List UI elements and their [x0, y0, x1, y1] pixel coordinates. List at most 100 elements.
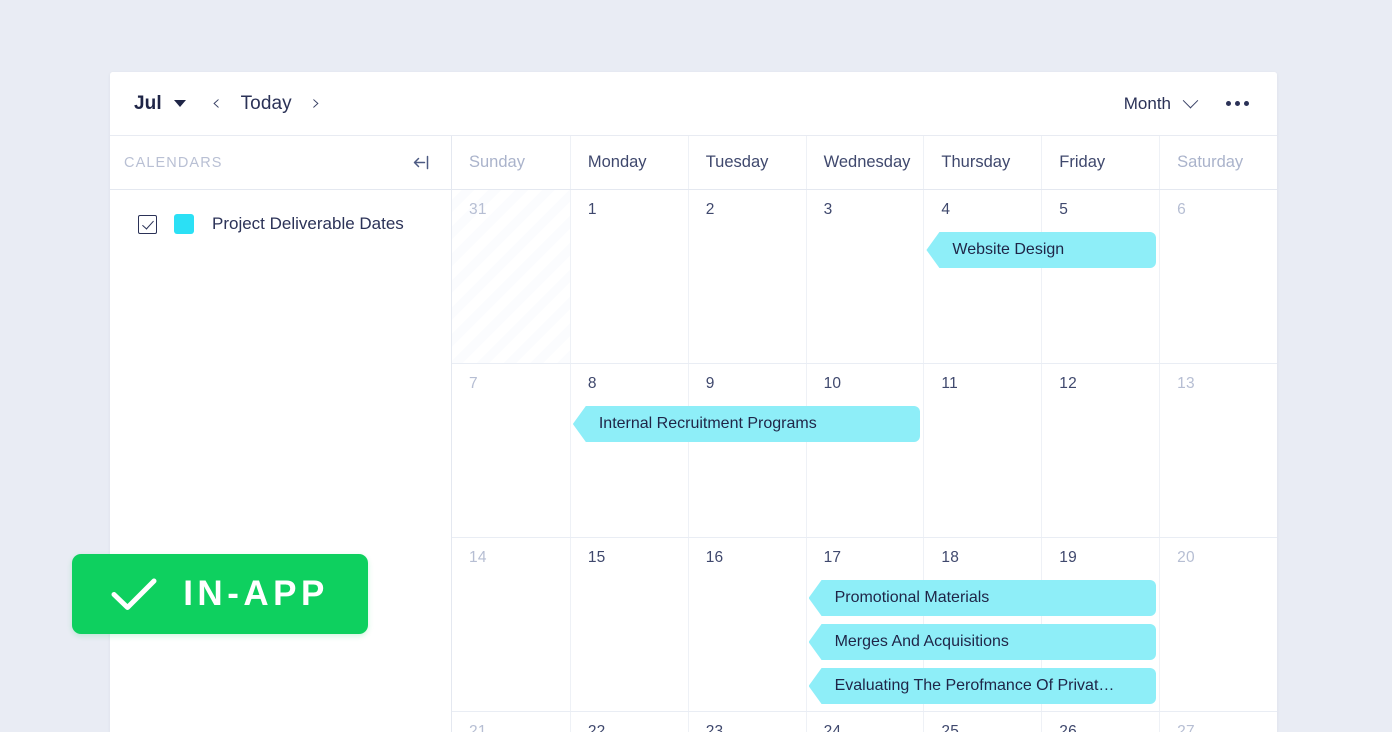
toolbar-right-group: Month — [1124, 92, 1251, 114]
ellipsis-icon[interactable] — [1224, 95, 1251, 112]
day-cell[interactable]: 16 — [687, 538, 806, 711]
week-row: 31 1 2 3 4 5 6 Website Design — [452, 190, 1277, 364]
day-number: 21 — [469, 723, 487, 732]
event-pill[interactable]: Website Design — [926, 232, 1157, 268]
day-number: 16 — [705, 549, 724, 566]
day-number: 13 — [1177, 375, 1195, 392]
day-cell[interactable]: 7 — [452, 364, 570, 537]
day-number: 20 — [1177, 549, 1195, 566]
day-number: 22 — [587, 723, 606, 732]
event-title: Merges And Acquisitions — [834, 633, 1009, 650]
chevron-down-icon[interactable] — [1182, 92, 1199, 109]
calendar-item-label: Project Deliverable Dates — [212, 214, 404, 233]
day-cell[interactable]: 14 — [452, 538, 570, 711]
check-icon — [111, 578, 157, 610]
day-cell[interactable]: 12 — [1041, 364, 1159, 537]
day-cell[interactable]: 3 — [805, 190, 924, 363]
today-button[interactable]: Today — [241, 93, 292, 115]
weekday-header-row: Sunday Monday Tuesday Wednesday Thursday Frid… — [452, 136, 1277, 190]
weekday-header-saturday: Saturday — [1159, 136, 1277, 189]
day-cell[interactable]: 4 — [923, 190, 1041, 363]
event-title: Evaluating The Perofmance Of Privat… — [834, 677, 1115, 694]
day-number: 24 — [823, 723, 842, 732]
calendar-color-swatch[interactable] — [174, 214, 194, 234]
collapse-panel-left-icon[interactable] — [412, 155, 429, 170]
calendar-toolbar: Jul ‹ Today › Month — [110, 72, 1277, 136]
prev-period-button[interactable]: ‹ — [208, 91, 225, 117]
event-title: Promotional Materials — [834, 589, 990, 606]
weekday-header-thursday: Thursday — [923, 136, 1041, 189]
view-select[interactable]: Month — [1124, 94, 1171, 114]
calendar-visibility-checkbox[interactable] — [138, 214, 157, 234]
day-number: 19 — [1059, 549, 1077, 566]
day-cell[interactable]: 23 — [687, 712, 806, 732]
event-title: Website Design — [952, 241, 1065, 258]
calendar-body: CALENDARS Project Deliverable Dates Sund… — [110, 136, 1277, 732]
calendar-grid: Sunday Monday Tuesday Wednesday Thursday Frid… — [452, 136, 1277, 732]
day-cell[interactable]: 9 — [687, 364, 806, 537]
day-cell[interactable]: 27 — [1159, 712, 1277, 732]
day-number: 7 — [469, 375, 478, 392]
day-cell[interactable]: 22 — [569, 712, 688, 732]
day-number: 12 — [1059, 375, 1077, 392]
event-pill[interactable]: Merges And Acquisitions — [808, 624, 1157, 660]
event-pill[interactable]: Internal Recruitment Programs — [572, 406, 921, 442]
day-cell[interactable]: 26 — [1041, 712, 1159, 732]
week-row: 7 8 9 10 11 12 13 Internal Recruitment Programs — [452, 364, 1277, 538]
day-cell[interactable]: 31 — [452, 190, 570, 363]
day-number: 9 — [705, 375, 715, 392]
toolbar-left-group: Jul ‹ Today › — [134, 91, 325, 117]
next-period-button[interactable]: › — [308, 91, 325, 117]
calendars-sidebar: CALENDARS Project Deliverable Dates — [110, 136, 452, 732]
current-month-label: Jul — [134, 92, 162, 114]
day-number: 31 — [469, 201, 487, 218]
day-number: 2 — [705, 201, 715, 218]
weekday-header-monday: Monday — [569, 136, 688, 189]
day-cell[interactable]: 21 — [452, 712, 570, 732]
calendar-list: Project Deliverable Dates — [110, 190, 451, 240]
day-number: 11 — [941, 375, 958, 392]
day-cell[interactable]: 13 — [1159, 364, 1277, 537]
day-cell[interactable]: 20 — [1159, 538, 1277, 711]
day-number: 3 — [823, 201, 833, 218]
event-pill[interactable]: Evaluating The Perofmance Of Privat… — [808, 668, 1157, 704]
weekday-header-tuesday: Tuesday — [687, 136, 806, 189]
week-row: 14 15 16 17 18 19 20 Promotional Materials Merge… — [452, 538, 1277, 712]
day-cell[interactable]: 25 — [923, 712, 1041, 732]
day-number: 4 — [941, 201, 951, 218]
day-number: 10 — [823, 375, 842, 392]
calendar-list-item[interactable]: Project Deliverable Dates — [110, 208, 451, 240]
event-pill[interactable]: Promotional Materials — [808, 580, 1157, 616]
in-app-badge: IN-APP — [72, 554, 368, 634]
calendar-weeks: 31 1 2 3 4 5 6 Website Design 7 8 9 10 11 12 13 Interna… — [452, 190, 1277, 732]
weekday-header-wednesday: Wednesday — [805, 136, 924, 189]
day-cell[interactable]: 24 — [805, 712, 924, 732]
day-number: 25 — [941, 723, 960, 732]
day-number: 17 — [823, 549, 842, 566]
caret-down-icon[interactable] — [173, 100, 186, 107]
day-cell[interactable]: 6 — [1159, 190, 1277, 363]
day-cell[interactable]: 10 — [805, 364, 924, 537]
day-cell[interactable]: 11 — [923, 364, 1041, 537]
day-number: 8 — [587, 375, 597, 392]
day-number: 26 — [1059, 723, 1077, 732]
day-number: 23 — [705, 723, 724, 732]
day-cell[interactable]: 8 — [569, 364, 688, 537]
day-cell[interactable]: 1 — [569, 190, 688, 363]
weekday-header-sunday: Sunday — [469, 153, 525, 171]
event-title: Internal Recruitment Programs — [598, 415, 817, 432]
sidebar-title: CALENDARS — [124, 154, 223, 171]
weekday-header-friday: Friday — [1041, 136, 1159, 189]
day-number: 6 — [1177, 201, 1186, 218]
week-row: 21 22 23 24 25 26 27 — [452, 712, 1277, 732]
in-app-label: IN-APP — [183, 574, 329, 613]
day-number: 15 — [587, 549, 606, 566]
day-number: 18 — [941, 549, 960, 566]
day-number: 5 — [1059, 201, 1069, 218]
day-cell[interactable]: 5 — [1041, 190, 1159, 363]
day-number: 1 — [587, 201, 597, 218]
sidebar-header: CALENDARS — [110, 136, 451, 190]
day-cell[interactable]: 15 — [569, 538, 688, 711]
day-cell[interactable]: 2 — [687, 190, 806, 363]
day-number: 14 — [469, 549, 487, 566]
